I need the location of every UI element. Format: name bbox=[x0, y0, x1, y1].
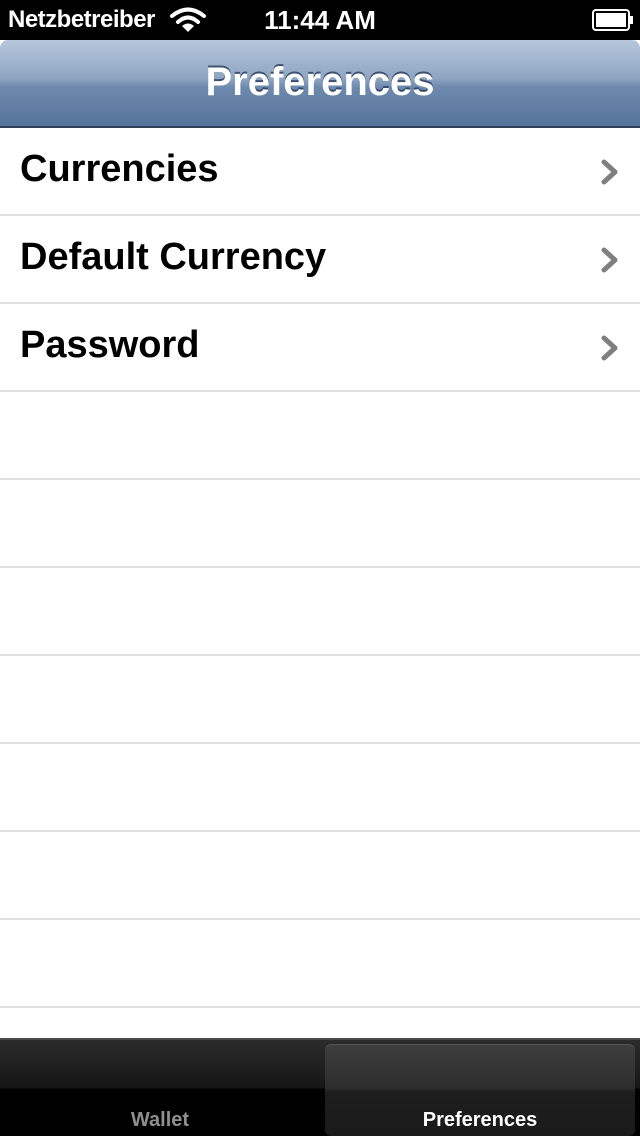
page-title: Preferences bbox=[205, 60, 435, 104]
row-label: Default Currency bbox=[20, 236, 327, 278]
status-bar: Netzbetreiber 11:44 AM bbox=[0, 0, 640, 40]
chevron-right-icon bbox=[601, 247, 618, 273]
status-time: 11:44 AM bbox=[264, 5, 376, 35]
row-default-currency[interactable]: Default Currency bbox=[0, 216, 640, 304]
row-label: Password bbox=[20, 324, 200, 366]
empty-row bbox=[0, 568, 640, 656]
tab-label: Wallet bbox=[130, 1109, 190, 1131]
empty-row bbox=[0, 744, 640, 832]
empty-row bbox=[0, 920, 640, 1008]
tab-wallet[interactable]: Wallet bbox=[0, 1040, 320, 1136]
tab-label: Preferences bbox=[422, 1109, 538, 1131]
empty-row bbox=[0, 832, 640, 920]
tab-preferences[interactable]: Preferences bbox=[320, 1040, 640, 1136]
empty-row bbox=[0, 1008, 640, 1038]
battery-icon bbox=[592, 9, 633, 31]
empty-row bbox=[0, 656, 640, 744]
chevron-right-icon bbox=[601, 159, 618, 185]
empty-row bbox=[0, 480, 640, 568]
navigation-bar: Preferences bbox=[0, 40, 640, 128]
row-password[interactable]: Password bbox=[0, 304, 640, 392]
tab-bar: Wallet Preferences bbox=[0, 1038, 640, 1136]
empty-row bbox=[0, 392, 640, 480]
preferences-table: Currencies Default Currency Password bbox=[0, 128, 640, 1038]
row-label: Currencies bbox=[20, 148, 219, 190]
chevron-right-icon bbox=[601, 335, 618, 361]
row-currencies[interactable]: Currencies bbox=[0, 128, 640, 216]
